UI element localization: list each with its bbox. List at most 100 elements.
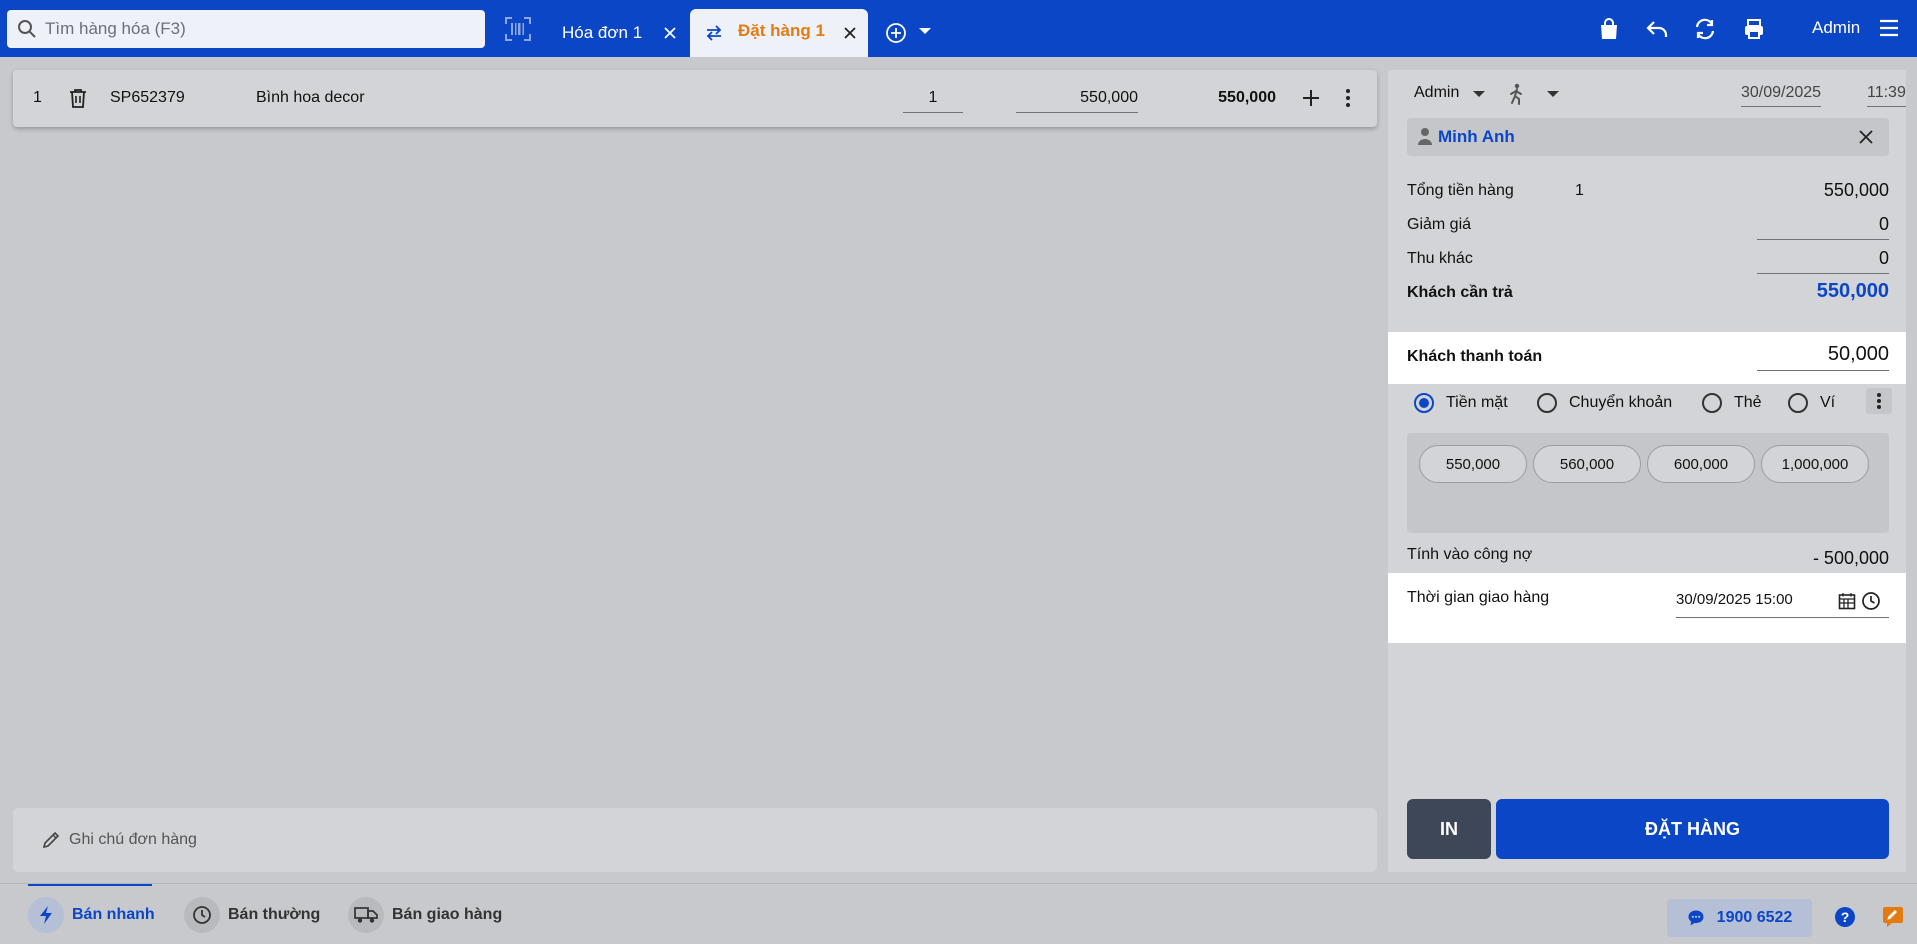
method-label: Tiền mặt — [1446, 394, 1508, 411]
user-icon — [1418, 128, 1432, 145]
plus-icon[interactable] — [1300, 87, 1322, 109]
quantity-field[interactable]: 1 — [903, 89, 963, 113]
walking-person-icon[interactable] — [1506, 83, 1526, 105]
customer-name: Minh Anh — [1438, 127, 1515, 146]
method-label: Ví — [1820, 394, 1836, 411]
tab-invoice-1[interactable]: Hóa đơn 1 — [540, 9, 685, 57]
clock-icon — [184, 897, 220, 933]
more-methods-button[interactable] — [1866, 388, 1892, 414]
help-icon[interactable]: ? — [1834, 906, 1856, 928]
payment-method-cash[interactable]: Tiền mặt — [1414, 393, 1508, 413]
calendar-icon[interactable] — [1838, 592, 1856, 610]
discount-input[interactable]: 0 — [1757, 214, 1889, 240]
user-name[interactable]: Admin — [1812, 18, 1860, 38]
mode-label: Bán thường — [228, 906, 321, 923]
other-fee-input[interactable]: 0 — [1757, 248, 1889, 274]
due-label: Khách cần trả — [1407, 284, 1513, 301]
price-field[interactable]: 550,000 — [1016, 89, 1138, 113]
tab-label: Hóa đơn 1 — [562, 23, 643, 42]
top-bar: Hóa đơn 1 Đặt hàng 1 Admin — [0, 0, 1917, 57]
trash-icon[interactable] — [67, 87, 89, 109]
paid-label: Khách thanh toán — [1407, 348, 1543, 365]
chevron-down-icon[interactable] — [1546, 89, 1560, 99]
quick-amount-button[interactable]: 1,000,000 — [1761, 445, 1869, 483]
more-vertical-icon — [1877, 393, 1881, 409]
mode-label: Bán nhanh — [72, 906, 155, 923]
undo-icon[interactable] — [1645, 17, 1669, 41]
add-tab-icon[interactable] — [884, 21, 908, 45]
order-time[interactable]: 11:39 — [1867, 84, 1906, 107]
radio-selected[interactable] — [1414, 393, 1434, 413]
payment-method-card[interactable]: Thẻ — [1702, 393, 1762, 413]
search-box[interactable] — [7, 10, 485, 48]
lightning-icon — [28, 897, 64, 933]
swap-icon — [706, 25, 722, 41]
method-label: Thẻ — [1734, 394, 1762, 411]
place-order-button[interactable]: ĐẶT HÀNG — [1496, 799, 1889, 859]
product-name: Bình hoa decor — [256, 89, 365, 106]
quick-amount-button[interactable]: 550,000 — [1419, 445, 1527, 483]
payment-method-wallet[interactable]: Ví — [1788, 393, 1835, 413]
feedback-icon[interactable] — [1882, 906, 1904, 928]
sync-icon[interactable] — [1693, 17, 1717, 41]
quick-amount-button[interactable]: 600,000 — [1647, 445, 1755, 483]
chevron-down-icon[interactable] — [918, 26, 932, 36]
mode-label: Bán giao hàng — [392, 906, 503, 923]
shopping-bag-icon[interactable] — [1597, 17, 1621, 41]
mode-delivery-sale[interactable]: Bán giao hàng — [348, 896, 502, 934]
printer-icon[interactable] — [1742, 17, 1766, 41]
svg-text:?: ? — [1841, 909, 1850, 925]
hotline-button[interactable]: 1900 6522 — [1667, 899, 1812, 937]
close-icon[interactable] — [660, 23, 680, 43]
radio[interactable] — [1788, 393, 1808, 413]
radio[interactable] — [1702, 393, 1722, 413]
barcode-scan-icon[interactable] — [504, 16, 532, 42]
close-icon[interactable] — [840, 23, 860, 43]
active-indicator — [28, 884, 152, 886]
mode-quick-sale[interactable]: Bán nhanh — [28, 896, 155, 934]
debt-value: - 500,000 — [1812, 548, 1889, 568]
subtotal-label: Tổng tiền hàng — [1407, 182, 1514, 199]
table-row: 1 SP652379 Bình hoa decor 1 550,000 550,… — [13, 70, 1377, 127]
order-note-field[interactable]: Ghi chú đơn hàng — [13, 808, 1377, 872]
clock-icon[interactable] — [1861, 591, 1881, 611]
delivery-datetime[interactable]: 30/09/2025 15:00 — [1676, 591, 1793, 608]
order-date[interactable]: 30/09/2025 — [1741, 84, 1822, 107]
menu-icon[interactable] — [1878, 18, 1900, 38]
search-input[interactable] — [45, 19, 465, 39]
delivery-label: Thời gian giao hàng — [1407, 589, 1550, 606]
discount-label: Giảm giá — [1407, 216, 1472, 233]
chevron-down-icon[interactable] — [1472, 89, 1486, 99]
customer-field[interactable]: Minh Anh — [1407, 118, 1889, 156]
quick-amount-button[interactable]: 560,000 — [1533, 445, 1641, 483]
due-value: 550,000 — [1816, 280, 1889, 302]
search-icon — [18, 20, 36, 38]
method-label: Chuyển khoản — [1569, 394, 1673, 411]
row-index: 1 — [33, 89, 42, 106]
tab-order-1[interactable]: Đặt hàng 1 — [690, 9, 868, 57]
truck-icon — [348, 897, 384, 933]
customer-payment-row: Khách thanh toán 50,000 — [1388, 332, 1906, 384]
quick-amount-box: 550,000 560,000 600,000 1,000,000 — [1407, 433, 1889, 533]
note-placeholder: Ghi chú đơn hàng — [69, 831, 197, 848]
tab-label: Đặt hàng 1 — [738, 21, 825, 40]
debt-label: Tính vào công nợ — [1407, 546, 1533, 563]
paid-input[interactable]: 50,000 — [1757, 343, 1889, 371]
payment-panel: Admin 30/09/2025 11:39 Minh Anh Tổng tiề… — [1388, 70, 1906, 872]
payment-method-transfer[interactable]: Chuyển khoản — [1537, 393, 1672, 413]
other-fee-label: Thu khác — [1407, 250, 1473, 267]
print-button[interactable]: IN — [1407, 799, 1491, 859]
hotline-number: 1900 6522 — [1716, 909, 1793, 926]
product-code: SP652379 — [110, 89, 185, 106]
delivery-time-row: Thời gian giao hàng 30/09/2025 15:00 — [1388, 573, 1906, 643]
seller-select[interactable]: Admin — [1414, 84, 1459, 102]
chat-bubble-icon — [1688, 910, 1704, 926]
subtotal-value: 550,000 — [1823, 180, 1889, 200]
mode-normal-sale[interactable]: Bán thường — [184, 896, 320, 934]
line-total: 550,000 — [1218, 89, 1276, 106]
pencil-icon — [42, 831, 60, 849]
radio[interactable] — [1537, 393, 1557, 413]
divider — [1676, 617, 1889, 618]
more-vertical-icon[interactable] — [1344, 87, 1352, 109]
close-icon[interactable] — [1857, 128, 1875, 146]
